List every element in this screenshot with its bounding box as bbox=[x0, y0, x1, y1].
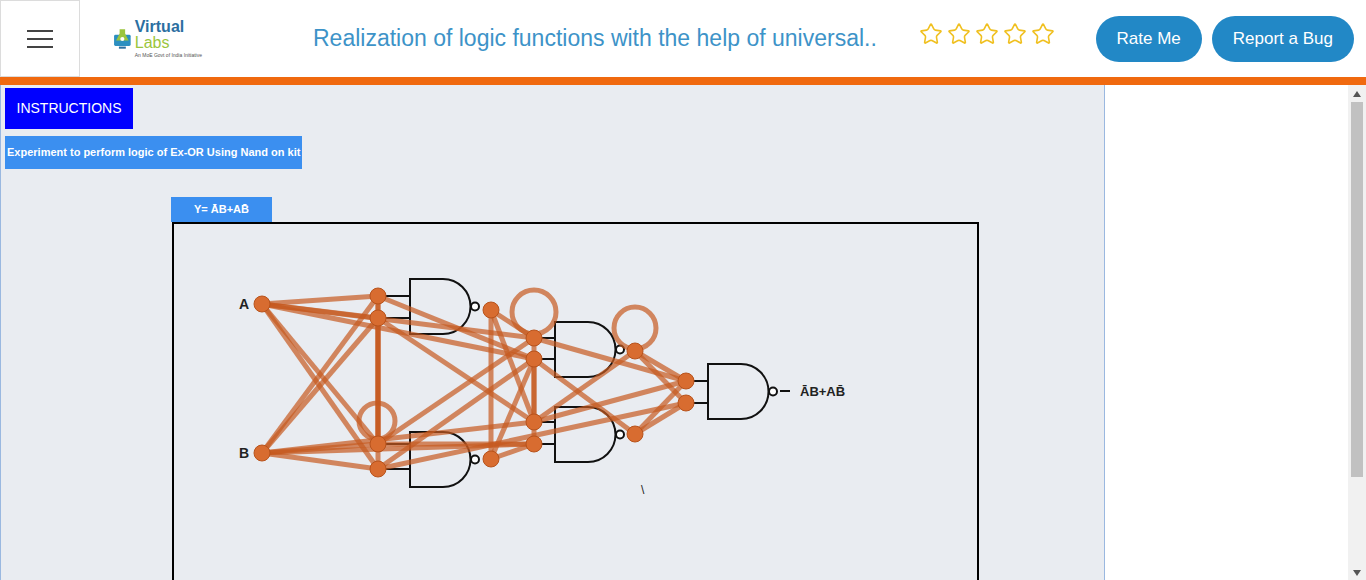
star-icon[interactable] bbox=[975, 22, 999, 46]
wire[interactable] bbox=[534, 351, 635, 422]
star-icon[interactable] bbox=[1031, 22, 1055, 46]
nand-gate-5 bbox=[686, 364, 777, 419]
star-icon[interactable] bbox=[947, 22, 971, 46]
flask-icon bbox=[112, 23, 133, 55]
connection-node[interactable] bbox=[370, 310, 386, 326]
connection-node[interactable] bbox=[678, 373, 694, 389]
wire[interactable] bbox=[378, 403, 686, 469]
page-title: Realization of logic functions with the … bbox=[313, 21, 919, 56]
wire-loop[interactable] bbox=[512, 290, 556, 334]
formula-tab[interactable]: Y= ĀB+AB̄ bbox=[171, 197, 272, 222]
wire[interactable] bbox=[378, 338, 534, 444]
star-icon[interactable] bbox=[1003, 22, 1027, 46]
connection-node[interactable] bbox=[526, 414, 542, 430]
connection-node[interactable] bbox=[678, 395, 694, 411]
content: INSTRUCTIONS Experiment to perform logic … bbox=[0, 85, 1366, 580]
experiment-label: Experiment to perform logic of Ex-OR Usi… bbox=[5, 136, 302, 169]
connection-node[interactable] bbox=[370, 461, 386, 477]
orange-bar bbox=[0, 77, 1366, 85]
star-icon[interactable] bbox=[919, 22, 943, 46]
connection-node[interactable] bbox=[627, 426, 643, 442]
connection-node[interactable] bbox=[526, 330, 542, 346]
scrollbar[interactable] bbox=[1348, 85, 1366, 580]
wire[interactable] bbox=[262, 453, 378, 469]
header-button[interactable]: Rate Me bbox=[1096, 16, 1202, 62]
scrollbar-thumb[interactable] bbox=[1351, 102, 1363, 477]
scroll-down-icon[interactable] bbox=[1353, 570, 1361, 576]
wire[interactable] bbox=[262, 296, 378, 304]
connection-node[interactable] bbox=[370, 288, 386, 304]
instructions-button[interactable]: INSTRUCTIONS bbox=[5, 88, 133, 129]
circuit-canvas: A B ĀB+AB̄ \ bbox=[172, 222, 979, 580]
connection-node[interactable] bbox=[526, 436, 542, 452]
workspace: INSTRUCTIONS Experiment to perform logic … bbox=[0, 85, 1105, 580]
header-buttons: Rate MeReport a Bug bbox=[1096, 16, 1354, 62]
wires bbox=[262, 290, 686, 469]
stray-mark: \ bbox=[641, 483, 645, 497]
connection-node[interactable] bbox=[526, 351, 542, 367]
menu-button[interactable] bbox=[0, 0, 80, 77]
header-button[interactable]: Report a Bug bbox=[1212, 16, 1354, 62]
connection-node[interactable] bbox=[483, 451, 499, 467]
wire[interactable] bbox=[489, 310, 494, 459]
rating-stars bbox=[919, 22, 1055, 46]
connection-node[interactable] bbox=[254, 296, 270, 312]
header: VirtualLabs An MoE Govt of India Initiati… bbox=[0, 0, 1366, 77]
scroll-up-icon[interactable] bbox=[1353, 91, 1361, 97]
hamburger-icon bbox=[27, 29, 53, 49]
app: VirtualLabs An MoE Govt of India Initiati… bbox=[0, 0, 1366, 580]
wire[interactable] bbox=[532, 359, 537, 444]
wire[interactable] bbox=[376, 318, 381, 444]
side-panel bbox=[1105, 85, 1366, 580]
logo-title: Virtual bbox=[135, 19, 202, 35]
input-label: A bbox=[239, 296, 249, 312]
circuit-diagram: A B ĀB+AB̄ \ bbox=[174, 224, 980, 580]
logo-subtitle: Labs bbox=[135, 35, 202, 51]
wire[interactable] bbox=[378, 318, 534, 422]
connection-node[interactable] bbox=[254, 445, 270, 461]
logo-tagline: An MoE Govt of India Initiative bbox=[135, 53, 202, 58]
connection-node[interactable] bbox=[370, 436, 386, 452]
connection-node[interactable] bbox=[483, 302, 499, 318]
output-label: ĀB+AB̄ bbox=[800, 384, 845, 399]
wire-loop[interactable] bbox=[359, 403, 395, 439]
logo[interactable]: VirtualLabs An MoE Govt of India Initiati… bbox=[112, 19, 202, 58]
connection-node[interactable] bbox=[627, 343, 643, 359]
input-label: B bbox=[239, 445, 249, 461]
